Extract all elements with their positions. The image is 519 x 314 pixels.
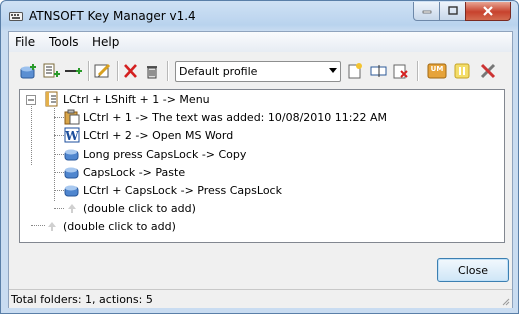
toolbar: Default profile UM <box>9 52 512 88</box>
add-action-button[interactable] <box>42 61 62 81</box>
toolbar-separator <box>167 61 169 81</box>
tree-node-add-action[interactable]: (double click to add) <box>64 200 196 216</box>
window-title: ATNSOFT Key Manager v1.4 <box>29 9 196 23</box>
close-icon <box>483 6 493 16</box>
tree-node-action[interactable]: W LCtrl + 2 -> Open MS Word <box>64 127 233 143</box>
menu-list-icon <box>44 91 60 107</box>
clipboard-text-icon <box>64 109 80 125</box>
resize-grip-icon[interactable] <box>500 296 510 306</box>
menu-help[interactable]: Help <box>92 35 119 49</box>
tree-node-action[interactable]: LCtrl + 1 -> The text was added: 10/08/2… <box>64 109 387 125</box>
minimize-button[interactable] <box>413 2 440 21</box>
close-button[interactable]: Close <box>437 258 509 282</box>
menu-bar: File Tools Help <box>9 32 512 52</box>
pause-icon <box>454 63 470 79</box>
pause-button[interactable] <box>452 61 472 81</box>
title-bar[interactable]: ATNSOFT Key Manager v1.4 <box>1 1 518 31</box>
tree-node-add-folder[interactable]: (double click to add) <box>44 218 176 234</box>
rename-profile-icon <box>370 65 387 77</box>
profile-select[interactable]: Default profile <box>175 61 341 82</box>
menu-tools[interactable]: Tools <box>49 35 79 49</box>
rename-profile-button[interactable] <box>369 61 389 81</box>
add-arrow-icon <box>44 218 60 234</box>
add-arrow-icon <box>64 200 80 216</box>
tree-node-label: Long press CapsLock -> Copy <box>83 147 247 161</box>
tree-line <box>31 103 32 165</box>
add-folder-icon <box>20 64 36 79</box>
tree-line <box>31 225 45 226</box>
tree-node-label: LCtrl + 1 -> The text was added: 10/08/2… <box>83 110 387 124</box>
tree-node-root[interactable]: LCtrl + LShift + 1 -> Menu <box>44 91 210 107</box>
toolbar-separator <box>117 61 119 81</box>
tree-line <box>54 190 64 191</box>
maximize-button[interactable] <box>439 2 466 21</box>
um-icon: UM <box>427 63 447 79</box>
minimize-icon <box>422 10 431 14</box>
menu-file[interactable]: File <box>15 35 35 49</box>
toolbar-separator <box>88 61 90 81</box>
tree-line <box>54 208 64 209</box>
new-profile-button[interactable] <box>345 61 365 81</box>
tree-line <box>54 154 64 155</box>
delete-button[interactable] <box>121 61 141 81</box>
tree-node-action[interactable]: LCtrl + CapsLock -> Press CapsLock <box>64 182 282 198</box>
tree-line <box>54 172 64 173</box>
tools-icon <box>480 63 496 79</box>
tree-node-label: LCtrl + CapsLock -> Press CapsLock <box>83 183 282 197</box>
svg-text:UM: UM <box>431 65 444 73</box>
trash-button[interactable] <box>142 61 162 81</box>
add-separator-icon <box>65 68 82 74</box>
add-folder-button[interactable] <box>19 61 39 81</box>
app-keyboard-icon <box>9 9 23 23</box>
toolbar-separator <box>417 61 419 81</box>
tree-line <box>54 135 64 136</box>
tree-node-label: (double click to add) <box>83 201 196 215</box>
tree-node-label: (double click to add) <box>63 219 176 233</box>
edit-button[interactable] <box>93 61 113 81</box>
tree-line <box>54 117 64 118</box>
collapse-toggle[interactable] <box>26 95 36 105</box>
main-window: ATNSOFT Key Manager v1.4 File Tools Help <box>0 0 519 314</box>
ms-word-icon: W <box>64 127 80 143</box>
actions-tree[interactable]: LCtrl + LShift + 1 -> Menu LCtrl + 1 -> … <box>19 89 505 243</box>
edit-icon <box>94 63 111 78</box>
tree-node-label: LCtrl + 2 -> Open MS Word <box>83 128 234 142</box>
key-icon <box>64 146 80 162</box>
chevron-down-icon <box>329 68 337 73</box>
delete-icon <box>124 64 137 78</box>
add-separator-button[interactable] <box>64 61 84 81</box>
delete-profile-icon <box>393 64 408 79</box>
trash-icon <box>147 66 157 79</box>
tree-node-action[interactable]: Long press CapsLock -> Copy <box>64 146 246 162</box>
maximize-icon <box>447 6 458 15</box>
key-icon <box>64 164 80 180</box>
um-button[interactable]: UM <box>427 61 447 81</box>
key-icon <box>64 182 80 198</box>
settings-button[interactable] <box>479 61 499 81</box>
client-area: File Tools Help Default profile UM LCtrl… <box>8 31 513 308</box>
tree-node-label: CapsLock -> Paste <box>83 165 186 179</box>
status-text: Total folders: 1, actions: 5 <box>11 293 153 306</box>
new-profile-icon <box>348 63 362 79</box>
tree-node-label: LCtrl + LShift + 1 -> Menu <box>63 92 210 106</box>
window-close-button[interactable] <box>465 2 511 21</box>
minus-icon <box>28 99 34 101</box>
status-bar: Total folders: 1, actions: 5 <box>9 289 512 308</box>
profile-select-value: Default profile <box>179 65 258 78</box>
add-action-icon <box>43 63 60 78</box>
svg-text:W: W <box>64 129 79 143</box>
delete-profile-button[interactable] <box>391 61 411 81</box>
tree-node-action[interactable]: CapsLock -> Paste <box>64 164 185 180</box>
